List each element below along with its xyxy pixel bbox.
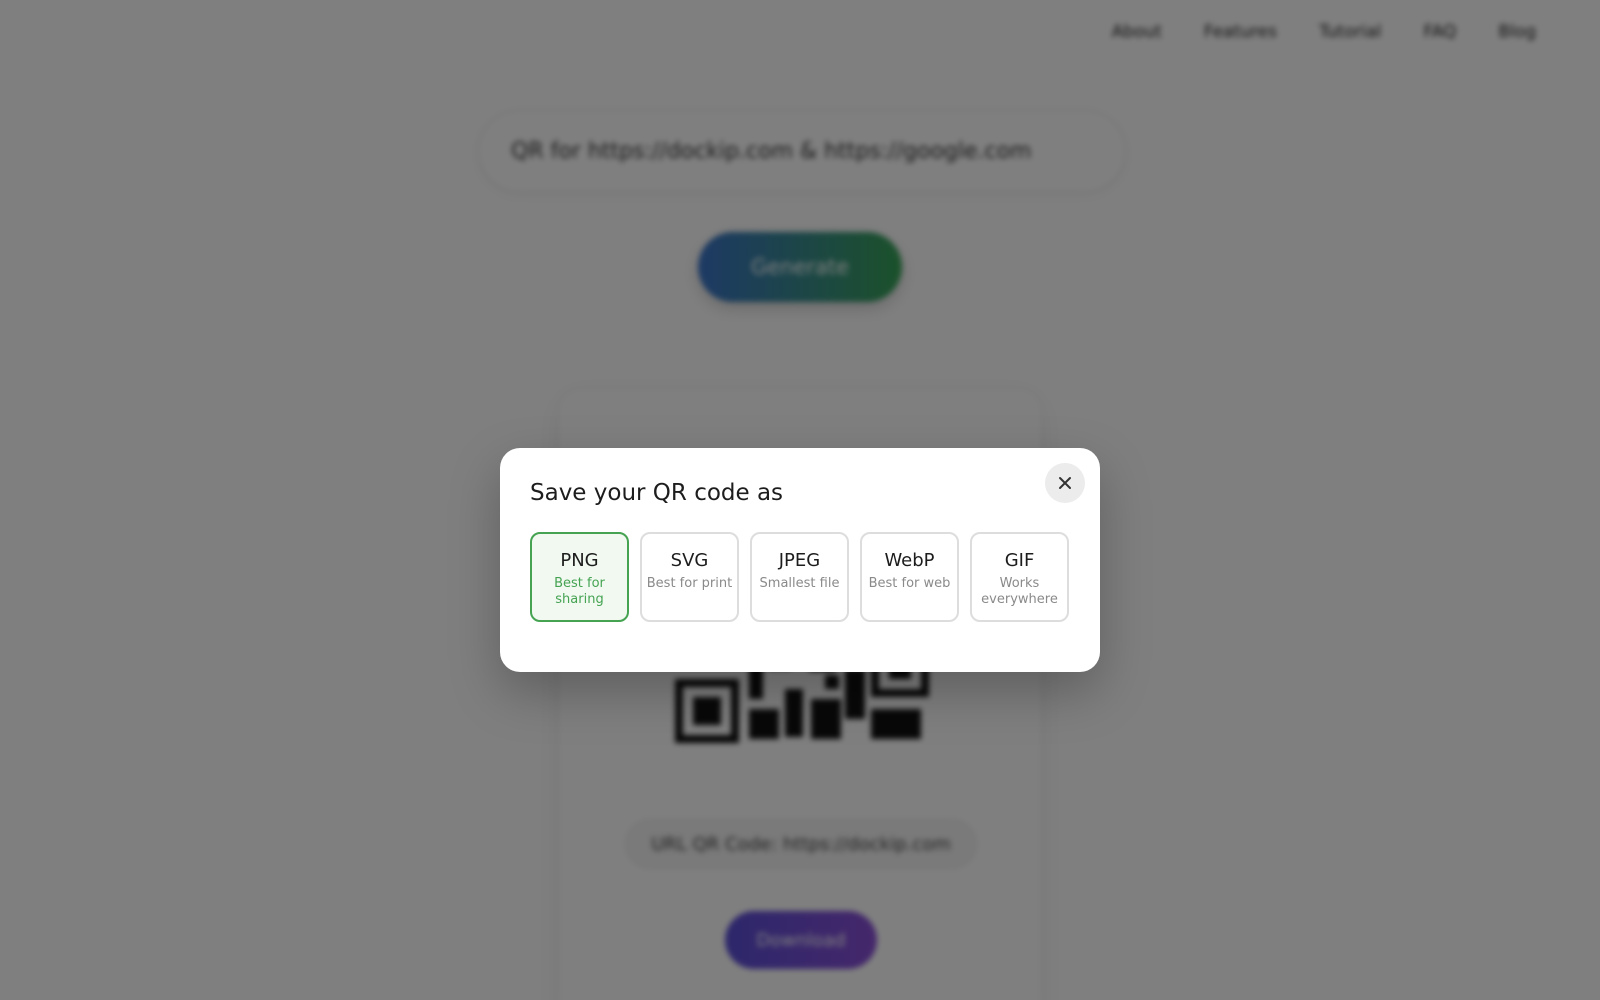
format-description: Smallest file: [759, 576, 840, 591]
format-options: PNG Best for sharing SVG Best for print …: [530, 532, 1069, 622]
save-format-modal: Save your QR code as PNG Best for sharin…: [500, 448, 1100, 672]
format-name: GIF: [1004, 550, 1035, 571]
format-option-png[interactable]: PNG Best for sharing: [530, 532, 629, 622]
format-description: Best for print: [646, 576, 733, 591]
format-description: Best for sharing: [554, 576, 605, 607]
format-name: WebP: [884, 550, 935, 571]
format-option-webp[interactable]: WebP Best for web: [860, 532, 959, 622]
format-name: PNG: [560, 550, 599, 571]
modal-title: Save your QR code as: [530, 480, 784, 506]
close-button[interactable]: [1045, 463, 1085, 503]
close-icon: [1059, 477, 1071, 489]
format-option-gif[interactable]: GIF Works everywhere: [970, 532, 1069, 622]
format-description: Works everywhere: [981, 576, 1058, 607]
format-name: JPEG: [778, 550, 821, 571]
format-name: SVG: [670, 550, 709, 571]
format-option-svg[interactable]: SVG Best for print: [640, 532, 739, 622]
format-option-jpeg[interactable]: JPEG Smallest file: [750, 532, 849, 622]
format-description: Best for web: [868, 576, 951, 591]
